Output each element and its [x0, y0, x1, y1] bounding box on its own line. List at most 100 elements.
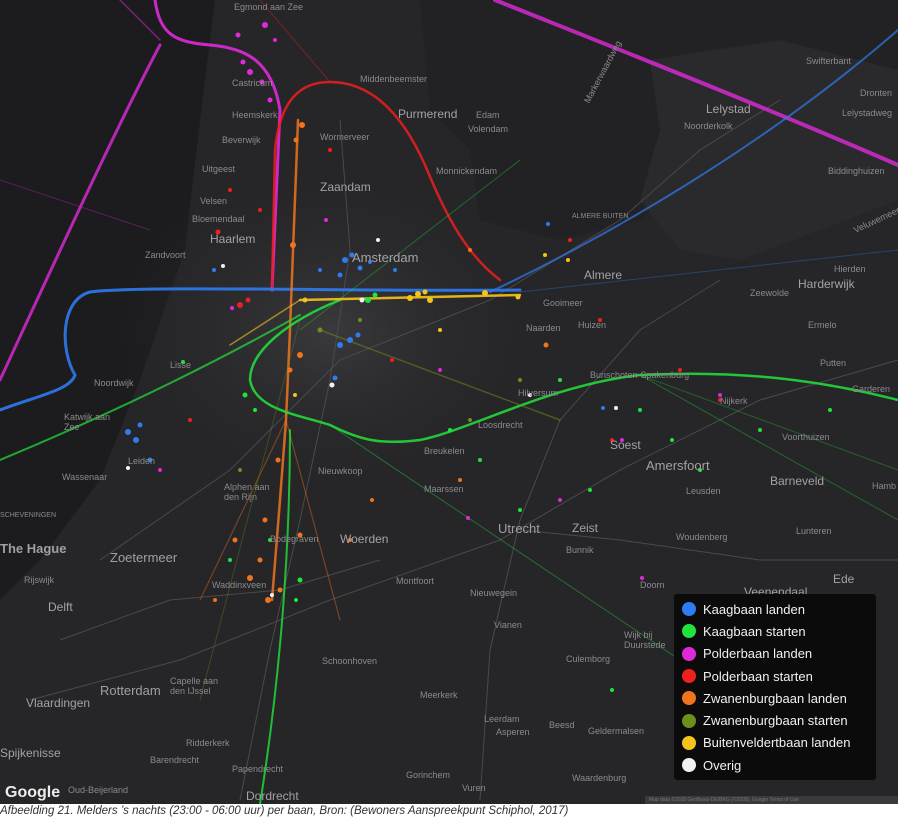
place-label: Ermelo	[808, 320, 837, 330]
place-label: Bunnik	[566, 545, 594, 555]
legend-dot-icon	[682, 713, 696, 728]
place-label: Woerden	[340, 532, 389, 546]
place-label: Almere	[584, 268, 623, 282]
google-logo: Google	[5, 784, 61, 801]
place-label: Egmond aan Zee	[234, 2, 304, 12]
place-label: Voorthuizen	[782, 432, 830, 442]
place-label: Vuren	[462, 783, 486, 793]
place-label: Delft	[48, 600, 73, 614]
place-label: Leiden	[128, 456, 156, 466]
legend-label: Kaagbaan starten	[703, 623, 806, 639]
place-label: Ridderkerk	[186, 738, 230, 748]
place-label: Heemskerk	[232, 110, 278, 120]
legend-item-buitenveldertbaan-landen: Buitenveldertbaan landen	[682, 732, 876, 754]
place-label: Capelle aan den IJssel	[170, 676, 219, 696]
place-label: Utrecht	[498, 521, 540, 536]
place-label: Harderwijk	[798, 277, 855, 291]
place-label: Dordrecht	[246, 789, 299, 803]
place-label: Leusden	[686, 486, 721, 496]
place-label: Geldermalsen	[588, 726, 645, 736]
place-label: Alphen aan den Rijn	[224, 482, 270, 502]
place-label: Monnickendam	[436, 166, 498, 176]
place-label: Loosdrecht	[478, 420, 523, 430]
place-label: Naarden	[526, 323, 561, 333]
place-label: Lelystad	[706, 102, 751, 116]
legend-dot-icon	[682, 646, 696, 661]
place-label: Ede	[833, 572, 855, 586]
place-label: Wijk bij Duurstede	[624, 630, 666, 650]
map-attribution[interactable]: Map data ©2018 GeoBasis-DE/BKG (©2009), …	[645, 796, 898, 804]
place-label: Beesd	[549, 720, 575, 730]
place-label: Hilversum	[518, 388, 559, 398]
place-label: Putten	[820, 358, 847, 368]
place-label: Barendrecht	[150, 755, 200, 765]
place-label: Lunteren	[796, 526, 832, 536]
legend-label: Polderbaan landen	[703, 646, 813, 662]
place-label: Rotterdam	[100, 683, 161, 698]
place-label: Waardenburg	[572, 773, 627, 783]
map-legend: Kaagbaan landen Kaagbaan starten Polderb…	[674, 594, 876, 780]
place-label: Gorinchem	[406, 770, 451, 780]
place-label: Middenbeemster	[360, 74, 428, 84]
place-label: Bodegraven	[270, 534, 319, 544]
place-label: Maarssen	[424, 484, 464, 494]
place-label: Oud-Beijerland	[68, 785, 129, 795]
legend-item-kaagbaan-landen: Kaagbaan landen	[682, 598, 876, 620]
legend-item-polderbaan-landen: Polderbaan landen	[682, 643, 876, 665]
legend-item-zwanenburgbaan-landen: Zwanenburgbaan landen	[682, 687, 876, 709]
place-label: Vlaardingen	[26, 696, 91, 710]
place-label: Waddinxveen	[212, 580, 267, 590]
place-label: Hierden	[834, 264, 866, 274]
place-label: Vianen	[494, 620, 522, 630]
legend-dot-icon	[682, 602, 696, 617]
place-label: Gooimeer	[543, 298, 583, 308]
place-label: Lisse	[170, 360, 192, 370]
legend-item-overig: Overig	[682, 754, 876, 776]
place-label: Papendrecht	[232, 764, 284, 774]
legend-label: Overig	[703, 757, 742, 773]
place-label: Swifterbant	[806, 56, 852, 66]
legend-item-zwanenburgbaan-starten: Zwanenburgbaan starten	[682, 709, 876, 731]
place-label: Amersfoort	[646, 458, 710, 473]
place-label: Volendam	[468, 124, 509, 134]
place-label: Katwijk aan Zee	[64, 412, 111, 432]
place-label: SCHEVENINGEN	[0, 512, 57, 519]
legend-label: Zwanenburgbaan starten	[703, 713, 848, 729]
legend-dot-icon	[682, 691, 696, 706]
place-label: Schoonhoven	[322, 656, 378, 666]
flight-noise-map[interactable]: Egmond aan Zee Castricum Middenbeemster …	[0, 0, 898, 804]
place-label: Edam	[476, 110, 500, 120]
place-label: Zandvoort	[145, 250, 186, 260]
place-label: Rijswijk	[24, 575, 54, 585]
place-label: Montfoort	[396, 576, 435, 586]
place-label: Dronten	[860, 88, 893, 98]
legend-item-kaagbaan-starten: Kaagbaan starten	[682, 620, 876, 642]
place-label: Meerkerk	[420, 690, 458, 700]
place-label: Wassenaar	[62, 472, 108, 482]
place-label: Castricum	[232, 78, 273, 88]
place-label: Uitgeest	[202, 164, 236, 174]
legend-label: Zwanenburgbaan landen	[703, 690, 847, 706]
legend-item-polderbaan-starten: Polderbaan starten	[682, 665, 876, 687]
place-label: Zaandam	[320, 180, 371, 194]
place-label: Nieuwkoop	[318, 466, 363, 476]
place-label: Soest	[610, 438, 641, 452]
place-label: Leerdam	[484, 714, 520, 724]
place-label: The Hague	[0, 541, 67, 556]
legend-dot-icon	[682, 735, 696, 750]
place-label: ALMERE BUITEN	[572, 213, 629, 220]
place-label: Bloemendaal	[192, 214, 245, 224]
place-label: Spijkenisse	[0, 746, 61, 760]
place-label: Hamb	[872, 481, 897, 491]
legend-label: Kaagbaan landen	[703, 601, 805, 617]
figure-caption: Afbeelding 21. Melders ’s nachts (23:00 …	[0, 805, 569, 817]
place-label: Zeewolde	[750, 288, 790, 298]
legend-dot-icon	[682, 624, 696, 639]
place-label: Zoetermeer	[110, 550, 178, 565]
place-label: Woudenberg	[676, 532, 728, 542]
legend-dot-icon	[682, 758, 696, 773]
place-label: Garderen	[852, 384, 891, 394]
place-label: Biddinghuizen	[828, 166, 885, 176]
legend-label: Polderbaan starten	[703, 668, 813, 684]
place-label: Amsterdam	[352, 250, 419, 265]
